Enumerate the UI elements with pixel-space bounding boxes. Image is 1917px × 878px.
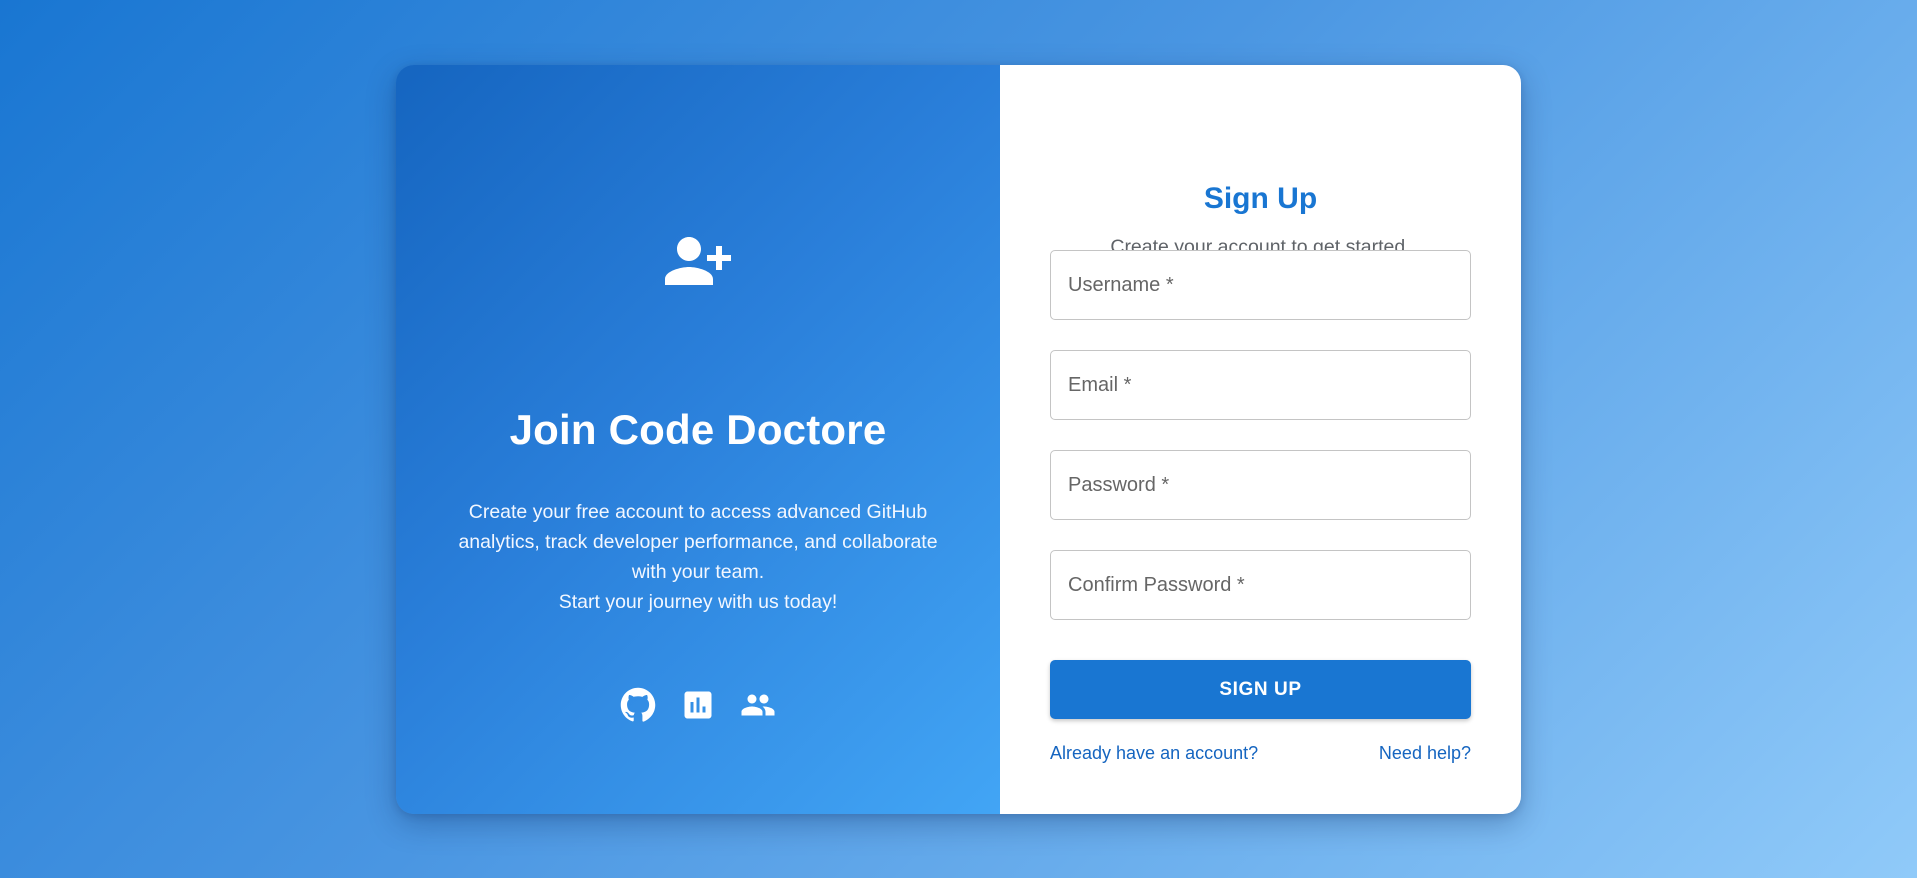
email-field[interactable]: [1050, 350, 1471, 420]
feature-icons: [396, 687, 1000, 723]
sign-up-button[interactable]: SIGN UP: [1050, 660, 1471, 719]
brand-description-line: Start your journey with us today!: [558, 591, 838, 613]
email-input[interactable]: [1051, 351, 1470, 419]
confirm-password-field[interactable]: [1050, 550, 1471, 620]
people-icon: [740, 687, 776, 723]
bar-chart-icon: [680, 687, 716, 723]
login-link[interactable]: Already have an account?: [1050, 741, 1258, 765]
github-icon: [620, 687, 656, 723]
username-input[interactable]: [1051, 251, 1470, 319]
confirm-password-input[interactable]: [1051, 551, 1470, 619]
brand-description-line: Create your free account to access advan…: [468, 501, 928, 523]
brand-description-line: with your team.: [631, 561, 765, 583]
signup-card: Join Code Doctore Create your free accou…: [396, 65, 1521, 814]
help-link[interactable]: Need help?: [1379, 741, 1471, 765]
form-links: Already have an account? Need help?: [1050, 741, 1471, 765]
brand-description: Create your free account to access advan…: [446, 497, 950, 617]
brand-panel: Join Code Doctore Create your free accou…: [396, 65, 1000, 814]
password-field[interactable]: [1050, 450, 1471, 520]
signup-form-panel: Sign Up Create your account to get start…: [1000, 65, 1521, 814]
form-title: Sign Up: [1203, 182, 1318, 215]
person-add-icon: [662, 225, 734, 297]
username-field[interactable]: [1050, 250, 1471, 320]
password-input[interactable]: [1051, 451, 1470, 519]
brand-title: Join Code Doctore: [509, 406, 887, 453]
brand-description-line: analytics, track developer performance, …: [458, 531, 938, 553]
